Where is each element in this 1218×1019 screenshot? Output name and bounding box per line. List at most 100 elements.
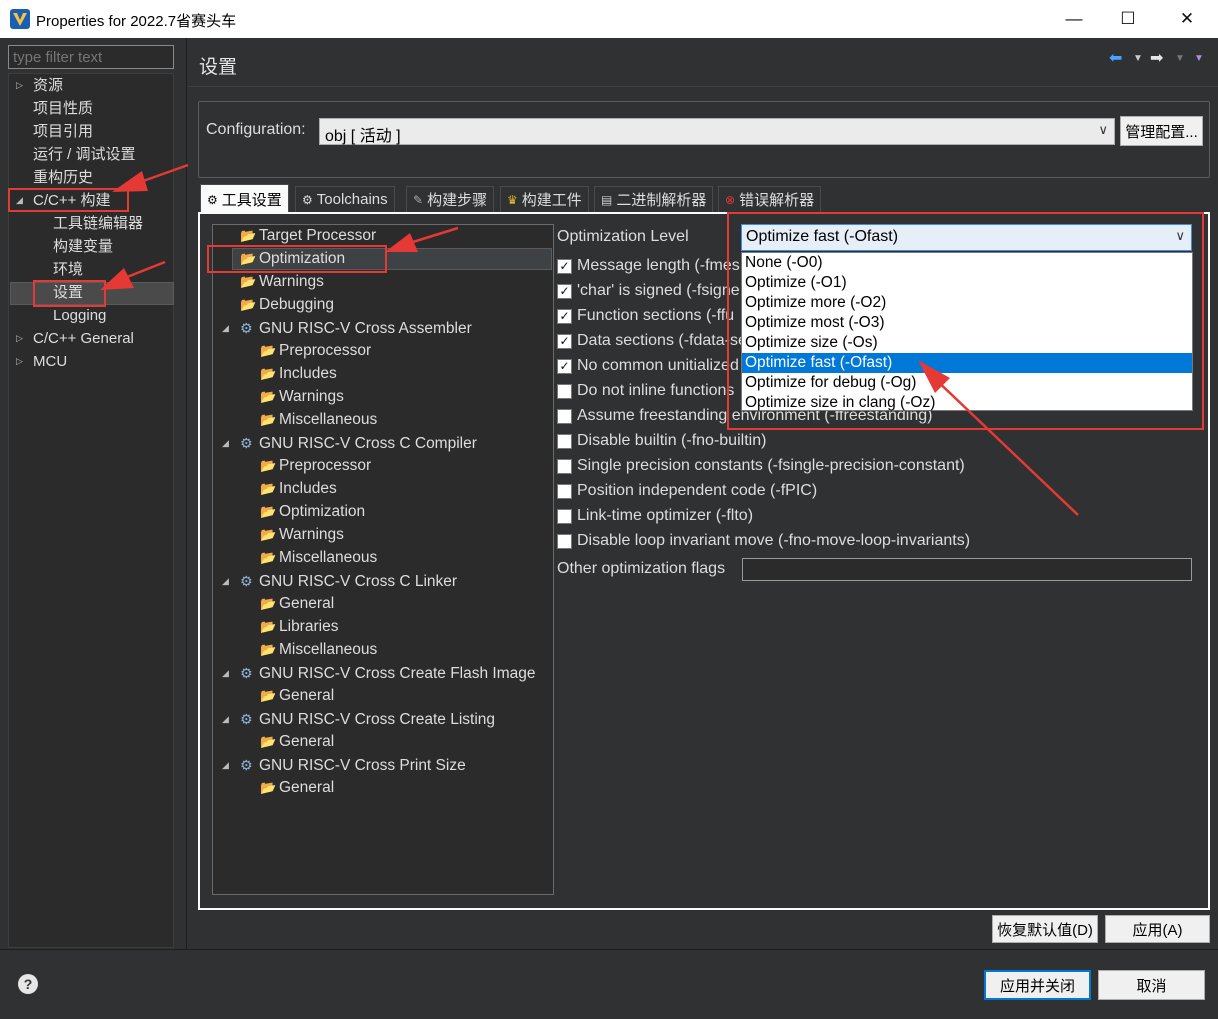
option-pic[interactable]: Position independent code (-fPIC) (557, 480, 817, 502)
tab-error-parser[interactable]: ⊗ 错误解析器 (718, 186, 822, 212)
tree-item-label: Miscellaneous (279, 549, 378, 566)
checkbox-checked[interactable]: ✓ (557, 283, 572, 299)
tree-item-c-linker[interactable]: ⚙ GNU RISC-V Cross C Linker (240, 570, 457, 592)
tree-item-debugging[interactable]: 📂 Debugging (240, 294, 334, 316)
tool-gear-icon: ⚙ (240, 665, 253, 681)
checkbox-unchecked[interactable] (557, 533, 572, 549)
option-no-inline[interactable]: Do not inline functions (557, 380, 734, 402)
nav-item-mcu[interactable]: MCU (33, 351, 67, 373)
maximize-button[interactable]: ☐ (1101, 0, 1155, 38)
panel-divider[interactable] (186, 38, 187, 949)
tool-gear-icon: ⚙ (240, 711, 253, 727)
nav-item-refactoring-history[interactable]: 重构历史 (33, 167, 93, 189)
minimize-button[interactable]: — (1047, 0, 1101, 38)
tree-item-linker-libraries[interactable]: 📂 Libraries (260, 616, 338, 638)
option-single-precision[interactable]: Single precision constants (-fsingle-pre… (557, 455, 965, 477)
checkbox-checked[interactable]: ✓ (557, 333, 572, 349)
tree-item-label: Optimization (279, 503, 366, 520)
nav-item-run-debug-settings[interactable]: 运行 / 调试设置 (33, 144, 136, 166)
collapse-arrow-icon[interactable]: ◢ (222, 576, 229, 587)
nav-item-environment[interactable]: 环境 (53, 259, 83, 281)
expand-arrow-icon[interactable]: ▷ (16, 356, 23, 367)
tree-item-print-size-general[interactable]: 📂 General (260, 777, 334, 799)
tree-item-cc-includes[interactable]: 📂 Includes (260, 478, 337, 500)
nav-item-logging[interactable]: Logging (53, 305, 106, 327)
tab-binary-parser[interactable]: ▤ 二进制解析器 (594, 186, 714, 212)
tree-item-linker-general[interactable]: 📂 General (260, 593, 334, 615)
option-function-sections[interactable]: ✓ Function sections (-ffu (557, 305, 734, 327)
collapse-arrow-icon[interactable]: ◢ (222, 438, 229, 449)
help-icon[interactable]: ? (18, 974, 38, 994)
checkbox-unchecked[interactable] (557, 433, 572, 449)
tree-item-asm-includes[interactable]: 📂 Includes (260, 363, 337, 385)
nav-item-project-references[interactable]: 项目引用 (33, 121, 93, 143)
cancel-button[interactable]: 取消 (1098, 970, 1205, 1000)
nav-item-resource[interactable]: 资源 (33, 75, 63, 97)
collapse-arrow-icon[interactable]: ◢ (222, 668, 229, 679)
checkbox-unchecked[interactable] (557, 383, 572, 399)
collapse-arrow-icon[interactable]: ◢ (222, 714, 229, 725)
view-menu-icon[interactable]: ▼ (1194, 53, 1204, 64)
checkbox-unchecked[interactable] (557, 508, 572, 524)
nav-item-toolchain-editor[interactable]: 工具链编辑器 (53, 213, 143, 235)
nav-item-cpp-general[interactable]: C/C++ General (33, 328, 134, 350)
close-button[interactable]: ✕ (1160, 0, 1214, 38)
tree-item-flash-general[interactable]: 📂 General (260, 685, 334, 707)
expand-arrow-icon[interactable]: ▷ (16, 80, 23, 91)
forward-arrow-icon[interactable]: ➡ (1150, 48, 1163, 68)
collapse-arrow-icon[interactable]: ◢ (222, 323, 229, 334)
option-char-signed[interactable]: ✓ 'char' is signed (-fsigne (557, 280, 740, 302)
nav-item-build-variables[interactable]: 构建变量 (53, 236, 113, 258)
footer-divider (0, 949, 1218, 950)
apply-button[interactable]: 应用(A) (1105, 915, 1210, 943)
tree-item-flash-image[interactable]: ⚙ GNU RISC-V Cross Create Flash Image (240, 662, 536, 684)
collapse-arrow-icon[interactable]: ◢ (222, 760, 229, 771)
tree-item-target-processor[interactable]: 📂 Target Processor (240, 225, 376, 247)
back-menu-icon[interactable]: ▼ (1133, 53, 1143, 64)
apply-and-close-button[interactable]: 应用并关闭 (984, 970, 1091, 1000)
tab-build-artifact[interactable]: ♛ 构建工件 (500, 186, 589, 212)
expand-arrow-icon[interactable]: ▷ (16, 333, 23, 344)
checkbox-checked[interactable]: ✓ (557, 308, 572, 324)
tree-item-warnings[interactable]: 📂 Warnings (240, 271, 324, 293)
checkbox-checked[interactable]: ✓ (557, 258, 572, 274)
tab-label: 二进制解析器 (616, 192, 707, 209)
tree-item-label: Preprocessor (279, 342, 372, 359)
nav-item-project-nature[interactable]: 项目性质 (33, 98, 93, 120)
forward-menu-icon[interactable]: ▼ (1175, 53, 1185, 64)
option-no-builtin[interactable]: Disable builtin (-fno-builtin) (557, 430, 766, 452)
other-flags-input[interactable] (742, 558, 1192, 581)
tree-item-cc-warnings[interactable]: 📂 Warnings (260, 524, 344, 546)
option-lto[interactable]: Link-time optimizer (-flto) (557, 505, 753, 527)
tree-item-print-size[interactable]: ⚙ GNU RISC-V Cross Print Size (240, 754, 466, 776)
tree-item-linker-miscellaneous[interactable]: 📂 Miscellaneous (260, 639, 377, 661)
tree-item-create-listing[interactable]: ⚙ GNU RISC-V Cross Create Listing (240, 708, 495, 730)
tree-item-cc-preprocessor[interactable]: 📂 Preprocessor (260, 455, 371, 477)
option-message-length[interactable]: ✓ Message length (-fmes (557, 255, 740, 277)
configuration-select[interactable]: obj [ 活动 ] ∨ (319, 118, 1115, 145)
tab-toolchains[interactable]: ⚙ Toolchains (295, 186, 395, 212)
restore-defaults-button[interactable]: 恢复默认值(D) (992, 915, 1098, 943)
manage-configurations-button[interactable]: 管理配置... (1120, 116, 1203, 146)
option-no-move-loop-invariants[interactable]: Disable loop invariant move (-fno-move-l… (557, 530, 970, 552)
filter-input[interactable] (8, 45, 174, 69)
tree-item-assembler[interactable]: ⚙ GNU RISC-V Cross Assembler (240, 317, 472, 339)
checkbox-checked[interactable]: ✓ (557, 358, 572, 374)
back-arrow-icon[interactable]: ⬅ (1109, 48, 1122, 68)
tree-item-cc-optimization[interactable]: 📂 Optimization (260, 501, 365, 523)
tab-tool-settings[interactable]: ⚙ 工具设置 (200, 184, 289, 214)
tree-item-asm-warnings[interactable]: 📂 Warnings (260, 386, 344, 408)
tree-item-asm-miscellaneous[interactable]: 📂 Miscellaneous (260, 409, 377, 431)
tree-item-c-compiler[interactable]: ⚙ GNU RISC-V Cross C Compiler (240, 432, 477, 454)
settings-folder-icon: 📂 (260, 550, 277, 565)
tree-item-asm-preprocessor[interactable]: 📂 Preprocessor (260, 340, 371, 362)
option-no-common[interactable]: ✓ No common unitialized (557, 355, 739, 377)
tree-item-cc-miscellaneous[interactable]: 📂 Miscellaneous (260, 547, 377, 569)
option-data-sections[interactable]: ✓ Data sections (-fdata-se (557, 330, 747, 352)
checkbox-unchecked[interactable] (557, 458, 572, 474)
tab-build-steps[interactable]: ✎ 构建步骤 (406, 186, 495, 212)
checkbox-unchecked[interactable] (557, 408, 572, 424)
tree-item-listing-general[interactable]: 📂 General (260, 731, 334, 753)
checkbox-unchecked[interactable] (557, 483, 572, 499)
tree-item-label: General (279, 779, 335, 796)
